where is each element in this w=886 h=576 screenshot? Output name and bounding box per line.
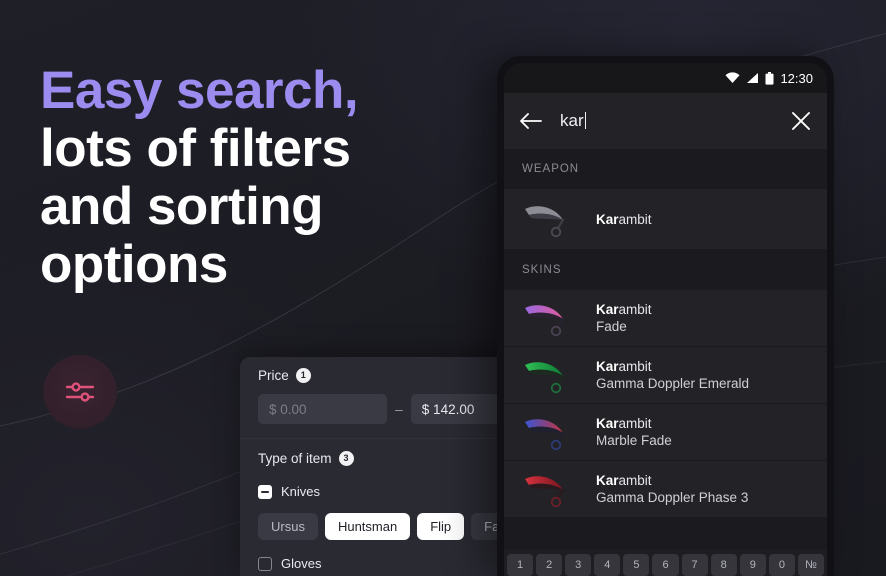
key-4[interactable]: 4	[594, 554, 621, 576]
key-1[interactable]: 1	[507, 554, 534, 576]
key-numero[interactable]: №	[797, 554, 825, 576]
list-item-title: Karambit	[596, 473, 652, 488]
battery-icon	[765, 71, 774, 85]
price-range-row: –	[258, 394, 540, 424]
type-of-item-title-group: Type of item 3	[258, 451, 354, 466]
phone-mockup: 12:30 kar WEAPON Karambit SKINS Karambit…	[497, 56, 834, 576]
type-of-item-section: Type of item 3 Knives Ursus Huntsman Fli…	[240, 439, 540, 571]
key-3[interactable]: 3	[565, 554, 592, 576]
list-item-text: Karambit Gamma Doppler Phase 3	[596, 473, 748, 505]
gloves-checkbox[interactable]	[258, 556, 272, 571]
list-item-text: Karambit Fade	[596, 302, 652, 334]
filter-badge	[43, 355, 117, 429]
list-item-text: Karambit	[596, 212, 652, 227]
chip-ursus[interactable]: Ursus	[258, 513, 318, 540]
key-6[interactable]: 6	[652, 554, 679, 576]
knives-chip-list: Ursus Huntsman Flip Falchion	[258, 513, 540, 540]
section-header-weapon: WEAPON	[504, 149, 827, 189]
list-item-subtitle: Marble Fade	[596, 433, 672, 448]
price-header: Price 1	[258, 368, 522, 383]
section-header-skins: SKINS	[504, 250, 827, 290]
price-count-badge: 1	[295, 368, 311, 383]
list-item-subtitle: Fade	[596, 319, 627, 334]
list-item-title: Karambit	[596, 211, 652, 227]
phone-screen: 12:30 kar WEAPON Karambit SKINS Karambit…	[504, 63, 827, 576]
list-item[interactable]: Karambit Gamma Doppler Phase 3	[504, 461, 827, 518]
promo-screenshot: Easy search, lots of filters and sorting…	[0, 0, 886, 576]
arrow-left-icon[interactable]	[520, 113, 542, 129]
list-item-title: Karambit	[596, 302, 652, 317]
search-results-list: WEAPON Karambit SKINS Karambit Fade Kara…	[504, 149, 827, 549]
list-item[interactable]: Karambit Gamma Doppler Emerald	[504, 347, 827, 404]
signal-icon	[747, 73, 759, 83]
list-item-text: Karambit Gamma Doppler Emerald	[596, 359, 749, 391]
karambit-icon	[525, 362, 565, 394]
key-9[interactable]: 9	[739, 554, 766, 576]
page-title: Easy search, lots of filters and sorting…	[40, 62, 440, 294]
type-of-item-label: Type of item	[258, 451, 332, 466]
karambit-icon	[525, 305, 565, 337]
list-item-text: Karambit Marble Fade	[596, 416, 672, 448]
list-item-subtitle: Gamma Doppler Phase 3	[596, 490, 749, 505]
chip-huntsman[interactable]: Huntsman	[324, 513, 411, 540]
close-icon[interactable]	[791, 111, 811, 131]
list-item[interactable]: Karambit Fade	[504, 290, 827, 347]
price-filter-section: Price 1 –	[240, 357, 540, 438]
key-5[interactable]: 5	[623, 554, 650, 576]
wifi-icon	[725, 72, 740, 83]
status-time: 12:30	[780, 70, 813, 86]
headline-line-2: lots of filters	[40, 119, 351, 178]
search-input[interactable]: kar	[560, 111, 773, 131]
sliders-icon	[65, 382, 95, 402]
karambit-icon	[525, 419, 565, 451]
key-2[interactable]: 2	[536, 554, 563, 576]
headline-line-3: and sorting	[40, 177, 324, 236]
gloves-label: Gloves	[281, 556, 322, 571]
price-min-input[interactable]	[258, 394, 387, 424]
chip-flip[interactable]: Flip	[417, 513, 465, 540]
list-item[interactable]: Karambit	[504, 189, 827, 250]
list-item-title: Karambit	[596, 359, 652, 374]
list-item-title: Karambit	[596, 416, 652, 431]
virtual-keyboard: 1 2 3 4 5 6 7 8 9 0 №	[504, 549, 827, 576]
filters-panel: Price 1 – Type of item 3	[240, 357, 540, 576]
type-of-item-count-badge: 3	[338, 451, 354, 466]
price-range-separator: –	[395, 401, 403, 417]
key-8[interactable]: 8	[710, 554, 737, 576]
key-7[interactable]: 7	[681, 554, 708, 576]
karambit-icon	[525, 206, 565, 238]
search-query-text: kar	[560, 111, 584, 130]
karambit-icon	[525, 476, 565, 508]
knives-group-row[interactable]: Knives	[258, 484, 522, 499]
text-caret	[584, 112, 586, 129]
headline-accent-line: Easy search,	[40, 61, 359, 120]
list-item[interactable]: Karambit Marble Fade	[504, 404, 827, 461]
gloves-group-row[interactable]: Gloves	[258, 556, 522, 571]
status-bar: 12:30	[504, 63, 827, 93]
price-label: Price	[258, 368, 289, 383]
knives-label: Knives	[281, 484, 321, 499]
search-bar: kar	[504, 93, 827, 149]
knives-checkbox[interactable]	[258, 484, 272, 499]
type-of-item-header[interactable]: Type of item 3	[258, 451, 522, 466]
key-0[interactable]: 0	[768, 554, 795, 576]
headline-line-4: options	[40, 235, 228, 294]
list-item-subtitle: Gamma Doppler Emerald	[596, 376, 750, 391]
